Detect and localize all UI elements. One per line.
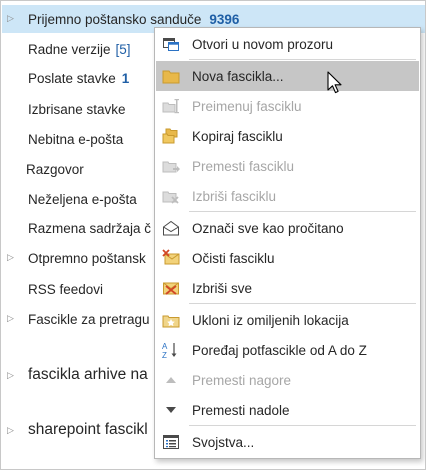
menu-item-label: Poređaj potfascikle od A do Z bbox=[192, 342, 367, 358]
menu-move-up[interactable]: Premesti nagore bbox=[156, 365, 419, 395]
menu-item-label: Izbriši sve bbox=[192, 280, 253, 296]
menu-separator bbox=[189, 59, 416, 60]
folder-label: Fascikle za pretragu bbox=[28, 311, 150, 327]
menu-copy-folder[interactable]: Kopiraj fasciklu bbox=[156, 121, 419, 151]
menu-separator bbox=[189, 211, 416, 212]
rename-folder-icon bbox=[162, 97, 180, 115]
folder-label: Neželjena e-pošta bbox=[28, 191, 137, 207]
delete-all-icon bbox=[162, 279, 180, 297]
menu-item-label: Premesti fasciklu bbox=[192, 158, 295, 174]
new-window-icon bbox=[162, 35, 180, 53]
menu-item-label: Očisti fasciklu bbox=[192, 250, 275, 266]
menu-sort-az[interactable]: AZ Poređaj potfascikle od A do Z bbox=[156, 335, 419, 365]
folder-label: Otpremno poštansk bbox=[28, 250, 146, 266]
sort-az-icon: AZ bbox=[162, 341, 180, 360]
delete-folder-icon bbox=[162, 187, 180, 205]
expand-arrow-icon[interactable]: ▷ bbox=[7, 370, 14, 381]
folder-label: Nebitna e-pošta bbox=[28, 131, 124, 147]
menu-mark-all-read[interactable]: Označi sve kao pročitano bbox=[156, 213, 419, 243]
group-label: sharepoint fascikl bbox=[28, 421, 148, 438]
menu-clean-folder[interactable]: Očisti fasciklu bbox=[156, 243, 419, 273]
menu-item-label: Ukloni iz omiljenih lokacija bbox=[192, 312, 349, 328]
menu-move-down[interactable]: Premesti nadole bbox=[156, 395, 419, 425]
group-label: fascikla arhive na bbox=[28, 366, 148, 383]
folder-label: Radne verzije [5] bbox=[28, 41, 131, 57]
mark-read-icon bbox=[162, 219, 180, 237]
move-folder-icon bbox=[162, 157, 180, 175]
menu-delete-all[interactable]: Izbriši sve bbox=[156, 273, 419, 303]
unread-count: 1 bbox=[121, 70, 130, 86]
folder-label: Poslate stavke 1 bbox=[28, 70, 130, 86]
favorite-remove-icon bbox=[162, 311, 180, 329]
mouse-cursor-icon bbox=[327, 71, 343, 95]
menu-item-label: Premesti nadole bbox=[192, 402, 290, 418]
expand-arrow-icon[interactable]: ▷ bbox=[7, 252, 14, 263]
folder-label: Razmena sadržaja č bbox=[28, 220, 152, 236]
menu-item-label: Otvori u novom prozoru bbox=[192, 36, 334, 52]
copy-folder-icon bbox=[162, 127, 180, 145]
properties-icon bbox=[162, 433, 180, 451]
context-menu: Otvori u novom prozoru Nova fascikla... … bbox=[154, 27, 421, 459]
menu-item-label: Svojstva... bbox=[192, 434, 255, 450]
unread-count: 9396 bbox=[209, 11, 240, 27]
svg-text:A: A bbox=[162, 342, 168, 351]
menu-item-label: Kopiraj fasciklu bbox=[192, 128, 283, 144]
folder-label: Razgovor bbox=[26, 161, 84, 177]
menu-remove-favorite[interactable]: Ukloni iz omiljenih lokacija bbox=[156, 305, 419, 335]
menu-separator bbox=[189, 425, 416, 426]
expand-arrow-icon[interactable]: ▷ bbox=[7, 313, 14, 324]
menu-properties[interactable]: Svojstva... bbox=[156, 427, 419, 457]
outlook-window: ▷ Prijemno poštansko sanduče 9396 Radne v… bbox=[0, 0, 426, 470]
expand-arrow-icon[interactable]: ▷ bbox=[7, 13, 14, 24]
move-up-icon bbox=[162, 371, 180, 389]
expand-arrow-icon[interactable]: ▷ bbox=[7, 425, 14, 436]
menu-item-label: Označi sve kao pročitano bbox=[192, 220, 344, 236]
menu-item-label: Izbriši fasciklu bbox=[192, 188, 277, 204]
new-folder-icon bbox=[162, 67, 180, 85]
menu-item-label: Premesti nagore bbox=[192, 372, 292, 388]
move-down-icon bbox=[162, 401, 180, 419]
clean-folder-icon bbox=[162, 249, 180, 267]
folder-label: Izbrisane stavke bbox=[28, 101, 126, 117]
menu-item-label: Nova fascikla... bbox=[192, 68, 284, 84]
folder-label: Prijemno poštansko sanduče 9396 bbox=[28, 11, 240, 27]
menu-open-new-window[interactable]: Otvori u novom prozoru bbox=[156, 29, 419, 59]
menu-separator bbox=[189, 303, 416, 304]
menu-item-label: Preimenuj fasciklu bbox=[192, 98, 302, 114]
menu-delete-folder[interactable]: Izbriši fasciklu bbox=[156, 181, 419, 211]
folder-label: RSS feedovi bbox=[28, 281, 104, 297]
menu-rename-folder[interactable]: Preimenuj fasciklu bbox=[156, 91, 419, 121]
svg-text:Z: Z bbox=[162, 351, 167, 359]
draft-count: [5] bbox=[115, 41, 131, 57]
menu-new-folder[interactable]: Nova fascikla... bbox=[156, 61, 419, 91]
menu-move-folder[interactable]: Premesti fasciklu bbox=[156, 151, 419, 181]
